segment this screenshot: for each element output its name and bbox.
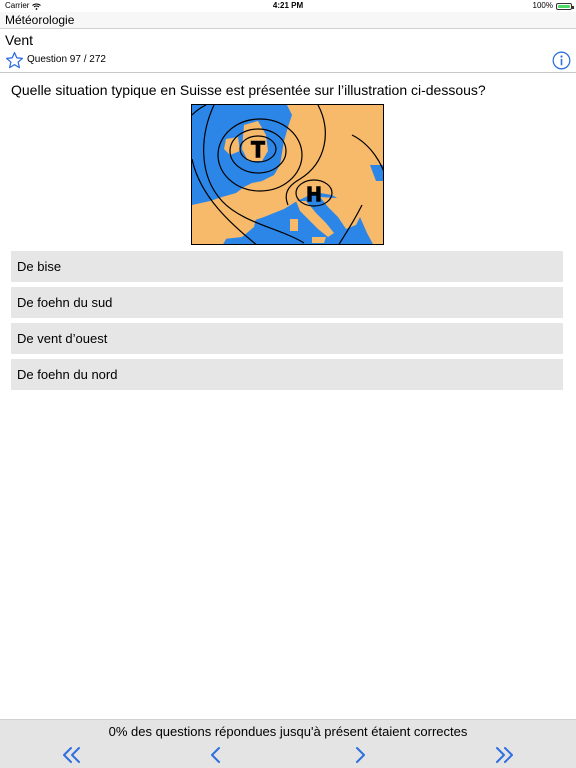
question-counter: Question 97 / 272 bbox=[27, 54, 106, 65]
first-icon[interactable] bbox=[61, 744, 83, 766]
status-time: 4:21 PM bbox=[272, 1, 304, 10]
footer-bar: 0% des questions répondues jusqu'à prése… bbox=[0, 719, 576, 768]
answer-option-1[interactable]: De bise bbox=[11, 251, 563, 282]
low-pressure-label: T bbox=[251, 137, 265, 162]
score-text: 0% des questions répondues jusqu'à prése… bbox=[108, 724, 468, 739]
last-icon[interactable] bbox=[493, 744, 515, 766]
high-pressure-label: H bbox=[307, 184, 321, 206]
section-title: Vent bbox=[5, 32, 34, 48]
battery-icon bbox=[556, 2, 574, 10]
status-bar: Carrier 4:21 PM 100% bbox=[0, 0, 576, 12]
info-icon[interactable] bbox=[552, 51, 571, 70]
nav-bar: Météorologie bbox=[0, 12, 576, 29]
question-text: Quelle situation typique en Suisse est p… bbox=[11, 82, 486, 98]
answer-option-4[interactable]: De foehn du nord bbox=[11, 359, 563, 390]
battery-percent: 100% bbox=[532, 1, 553, 10]
status-right: 100% bbox=[532, 0, 574, 12]
nav-title: Météorologie bbox=[5, 13, 75, 27]
header-divider bbox=[0, 72, 576, 73]
previous-icon[interactable] bbox=[205, 744, 227, 766]
answer-list: De bise De foehn du sud De vent d’ouest … bbox=[11, 251, 563, 395]
answer-option-2[interactable]: De foehn du sud bbox=[11, 287, 563, 318]
question-header: Question 97 / 272 bbox=[0, 49, 576, 71]
star-icon[interactable] bbox=[5, 51, 24, 70]
weather-map: T H bbox=[191, 104, 384, 245]
answer-option-3[interactable]: De vent d’ouest bbox=[11, 323, 563, 354]
next-icon[interactable] bbox=[349, 744, 371, 766]
weather-map-image: T H bbox=[192, 105, 383, 244]
